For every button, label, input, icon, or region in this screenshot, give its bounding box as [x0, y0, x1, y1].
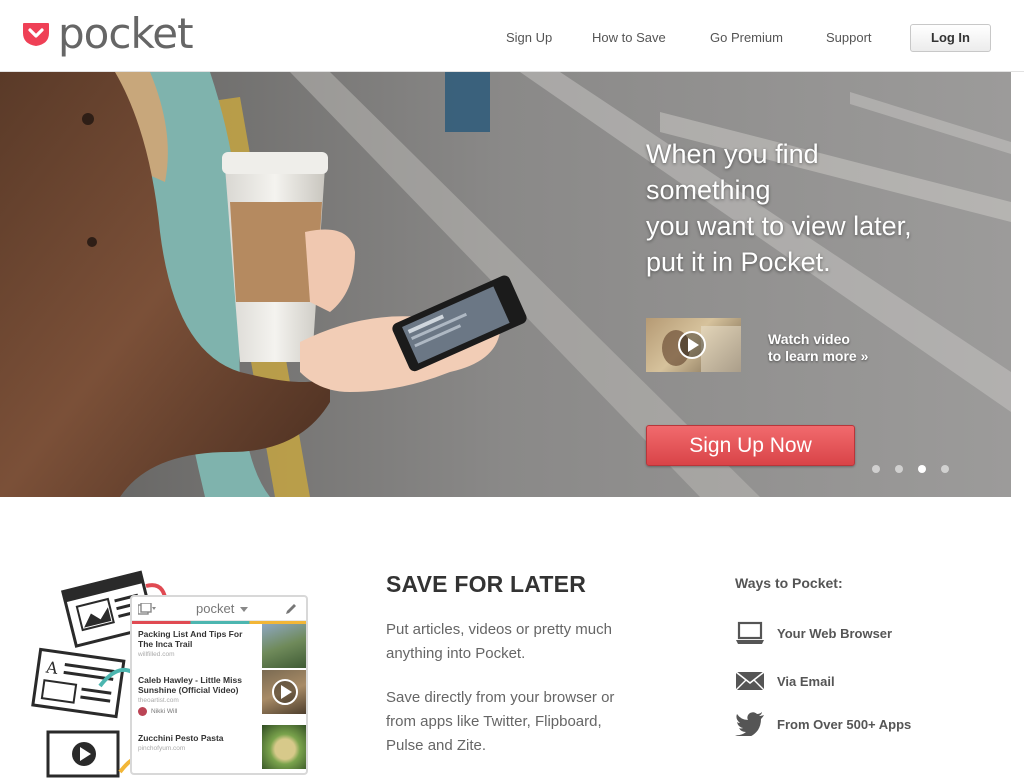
paragraph-line: from apps like Twitter, Flipboard, — [386, 713, 602, 730]
item-source: theoartist.com — [138, 697, 179, 704]
app-list-item: Zucchini Pesto Pasta pinchofyum.com — [138, 733, 258, 752]
carousel-indicators — [872, 465, 964, 473]
item-title: Zucchini Pesto Pasta — [138, 733, 224, 743]
description-paragraph: Save directly from your browser or from … — [386, 686, 614, 758]
way-label: Via Email — [777, 673, 835, 689]
twitter-bird-icon — [735, 711, 765, 737]
carousel-dot[interactable] — [895, 465, 903, 473]
site-header: pocket Sign Up How to Save Go Premium Su… — [0, 0, 1024, 72]
way-via-email[interactable]: Via Email — [735, 668, 835, 694]
edit-icon — [286, 604, 296, 614]
avatar — [138, 707, 147, 716]
sign-up-now-button[interactable]: Sign Up Now — [646, 425, 855, 466]
list-icon — [138, 603, 156, 615]
nav-sign-up[interactable]: Sign Up — [506, 30, 552, 45]
pocket-logo-icon — [23, 23, 49, 46]
carousel-dot-active[interactable] — [918, 465, 926, 473]
description-paragraph: Put articles, videos or pretty much anyt… — [386, 618, 612, 666]
way-label: From Over 500+ Apps — [777, 716, 912, 732]
paragraph-line: Save directly from your browser or — [386, 689, 615, 706]
hero-headline: When you find something you want to view… — [646, 136, 976, 280]
item-title: Caleb Hawley - Little Miss Sunshine (Off… — [138, 675, 242, 695]
login-button[interactable]: Log In — [910, 24, 991, 52]
nav-how-to-save[interactable]: How to Save — [592, 30, 666, 45]
laptop-icon — [735, 620, 765, 646]
chevron-down-icon — [240, 607, 248, 612]
save-illustration: A pocket Packing List And Tips For The I… — [30, 560, 330, 778]
item-source: pinchofyum.com — [138, 745, 186, 752]
video-link-line: to learn more » — [768, 348, 869, 364]
envelope-icon — [735, 668, 765, 694]
app-logo: pocket — [196, 601, 235, 616]
paragraph-line: anything into Pocket. — [386, 645, 526, 662]
hero-banner: When you find something you want to view… — [0, 72, 1011, 497]
item-thumbnail — [262, 725, 306, 769]
watch-video-link[interactable]: Watch video to learn more » — [768, 331, 868, 365]
play-icon — [272, 679, 298, 705]
ways-to-pocket-title: Ways to Pocket: — [735, 575, 843, 591]
carousel-dot[interactable] — [941, 465, 949, 473]
way-label: Your Web Browser — [777, 625, 893, 641]
video-link-line: Watch video — [768, 331, 850, 347]
headline-line: put it in Pocket. — [646, 247, 831, 277]
nav-support[interactable]: Support — [826, 30, 872, 45]
way-web-browser[interactable]: Your Web Browser — [735, 620, 892, 646]
item-source: willfilled.com — [138, 651, 175, 658]
app-toolbar: pocket — [132, 597, 306, 621]
video-icon — [46, 730, 142, 778]
item-author: Nikki Will — [138, 707, 258, 716]
brand-name: pocket — [58, 9, 194, 58]
section-title: SAVE FOR LATER — [386, 571, 587, 597]
pocket-logo[interactable]: pocket — [22, 9, 194, 58]
play-icon — [662, 326, 741, 372]
item-title: Packing List And Tips For The Inca Trail — [138, 629, 243, 649]
carousel-dot[interactable] — [872, 465, 880, 473]
way-apps[interactable]: From Over 500+ Apps — [735, 711, 911, 737]
item-thumbnail — [262, 670, 306, 714]
article-icon: A — [31, 647, 140, 719]
video-thumbnail[interactable] — [646, 318, 741, 372]
pocket-app-mockup: pocket Packing List And Tips For The Inc… — [130, 595, 308, 775]
headline-line: When you find — [646, 139, 819, 169]
app-list-item: Packing List And Tips For The Inca Trail… — [138, 629, 258, 658]
nav-go-premium[interactable]: Go Premium — [710, 30, 783, 45]
author-name: Nikki Will — [151, 708, 178, 715]
paragraph-line: Pulse and Zite. — [386, 737, 487, 754]
headline-line: you want to view later, — [646, 211, 912, 241]
headline-line: something — [646, 175, 771, 205]
item-thumbnail — [262, 624, 306, 668]
app-list-item: Caleb Hawley - Little Miss Sunshine (Off… — [138, 675, 258, 716]
paragraph-line: Put articles, videos or pretty much — [386, 621, 612, 638]
